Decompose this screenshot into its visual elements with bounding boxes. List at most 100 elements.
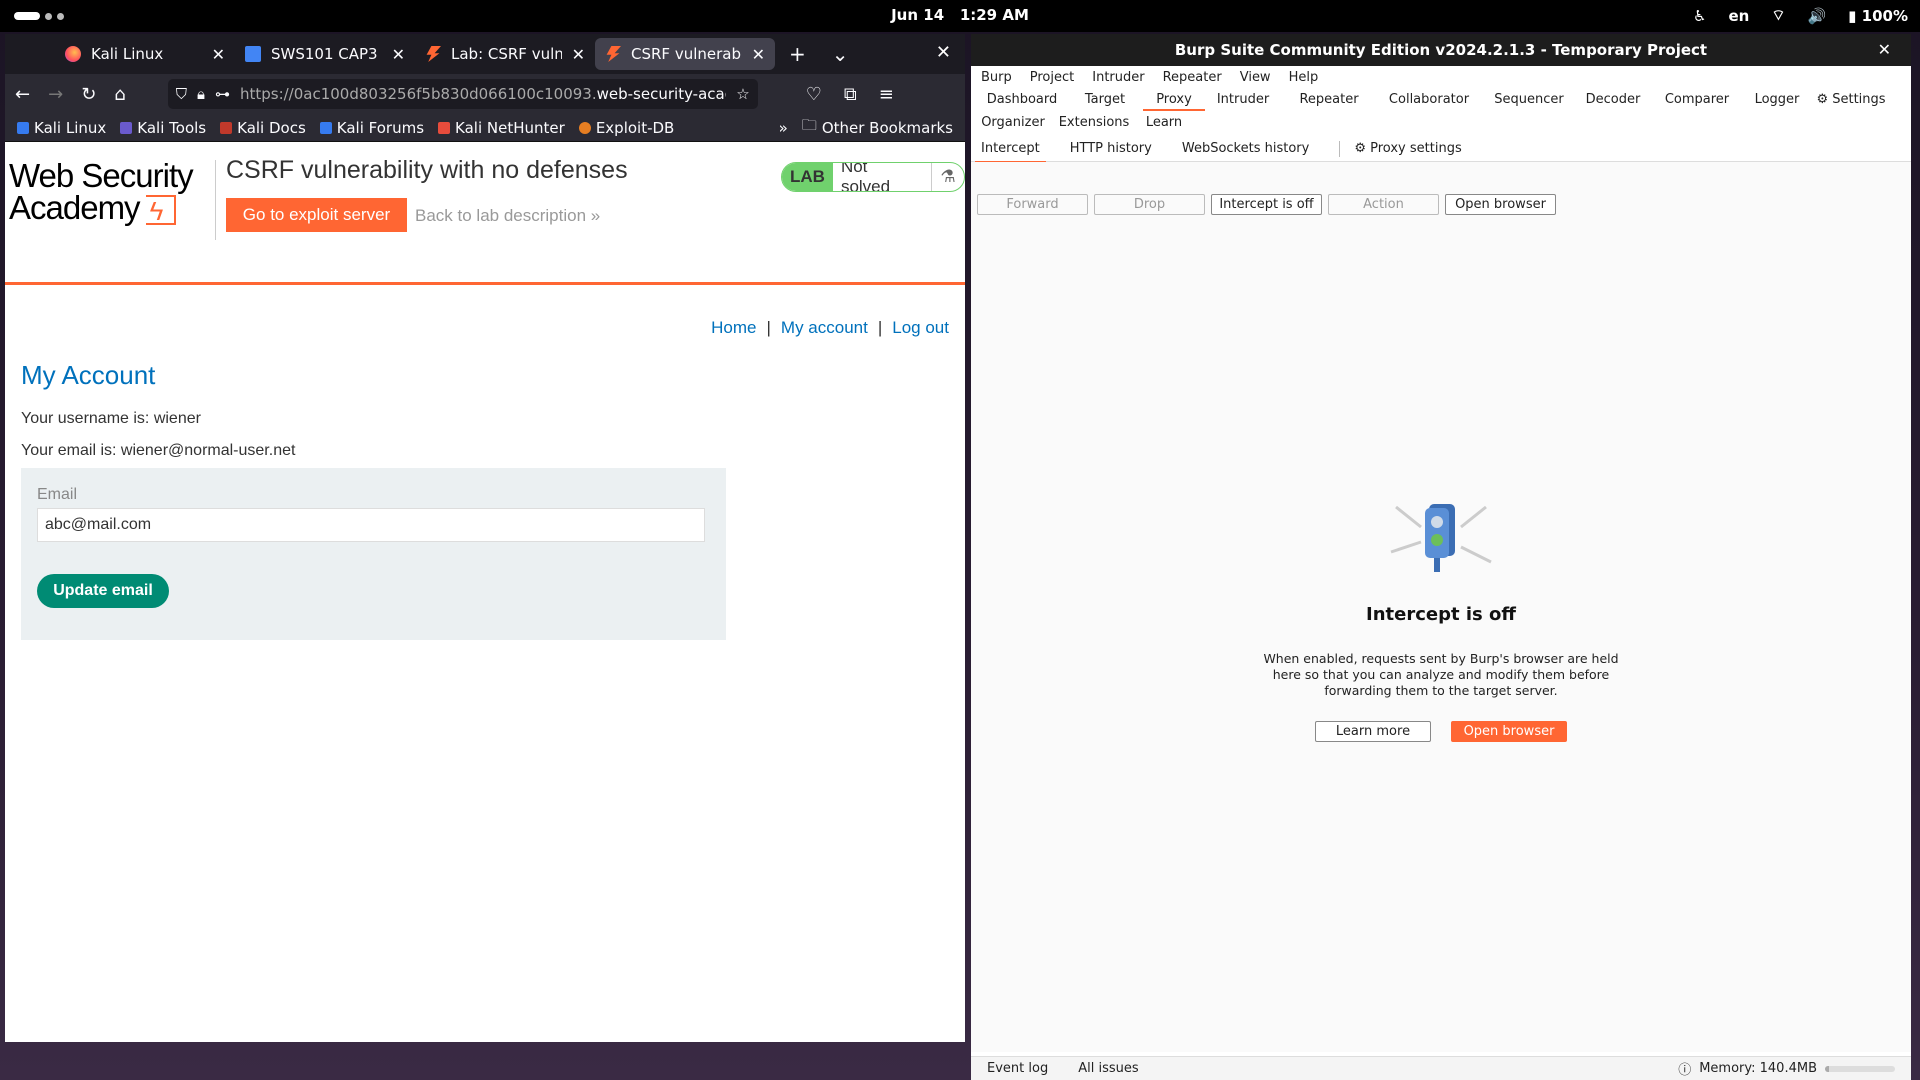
tab-extensions[interactable]: Extensions bbox=[1049, 111, 1139, 134]
new-tab-icon[interactable]: + bbox=[789, 42, 806, 66]
exploit-server-button[interactable]: Go to exploit server bbox=[226, 198, 407, 232]
nav-separator: | bbox=[766, 318, 771, 337]
other-bookmarks[interactable]: 🗀 Other Bookmarks bbox=[802, 115, 953, 140]
menu-project[interactable]: Project bbox=[1030, 70, 1074, 85]
chevron-right-icon: » bbox=[590, 206, 601, 225]
email-field[interactable]: abc@mail.com bbox=[37, 508, 705, 542]
browser-tab[interactable]: Kali Linux ✕ bbox=[55, 34, 235, 74]
pocket-icon[interactable]: ♡ bbox=[806, 84, 822, 105]
action-button[interactable]: Action bbox=[1328, 194, 1439, 215]
tab-proxy[interactable]: Proxy bbox=[1143, 88, 1205, 111]
menu-icon[interactable]: ≡ bbox=[879, 84, 894, 105]
all-issues-button[interactable]: All issues bbox=[1078, 1061, 1138, 1076]
web-security-academy-logo[interactable]: Web Security Academy bbox=[9, 157, 194, 227]
menu-view[interactable]: View bbox=[1240, 70, 1271, 85]
gear-icon: ⚙ bbox=[1354, 141, 1366, 156]
clock[interactable]: Jun 14 1:29 AM bbox=[0, 6, 1920, 24]
browser-tab-active[interactable]: CSRF vulnerability ✕ bbox=[595, 38, 775, 70]
tab-learn[interactable]: Learn bbox=[1139, 111, 1189, 134]
language-indicator[interactable]: en bbox=[1729, 7, 1750, 25]
home-link[interactable]: Home bbox=[711, 318, 756, 337]
subtab-http-history[interactable]: HTTP history bbox=[1070, 136, 1152, 162]
subtab-intercept[interactable]: Intercept bbox=[975, 136, 1046, 163]
home-icon[interactable]: ⌂ bbox=[114, 84, 125, 105]
tab-comparer[interactable]: Comparer bbox=[1649, 88, 1745, 111]
logo-line-1: Web Security bbox=[9, 157, 194, 194]
address-bar[interactable]: ⛉ 🔒︎ ⊶ https://0ac100d803256f5b830d06610… bbox=[167, 79, 758, 109]
menu-help[interactable]: Help bbox=[1289, 70, 1319, 85]
open-browser-cta[interactable]: Open browser bbox=[1451, 721, 1567, 742]
logo-line-2: Academy bbox=[9, 189, 141, 226]
close-window-icon[interactable]: ✕ bbox=[936, 42, 951, 63]
close-window-icon[interactable]: ✕ bbox=[1878, 40, 1891, 59]
proxy-settings-label: Proxy settings bbox=[1370, 141, 1462, 156]
update-email-button[interactable]: Update email bbox=[37, 574, 169, 608]
learn-more-button[interactable]: Learn more bbox=[1315, 721, 1431, 742]
permissions-icon[interactable]: ⊶ bbox=[215, 85, 230, 103]
traffic-light-icon bbox=[1390, 504, 1492, 572]
proxy-settings-button[interactable]: ⚙ Proxy settings bbox=[1354, 136, 1461, 162]
url-text[interactable]: https://0ac100d803256f5b830d066100c10093… bbox=[240, 85, 726, 103]
intercept-toggle[interactable]: Intercept is off bbox=[1211, 194, 1322, 215]
subtab-websockets-history[interactable]: WebSockets history bbox=[1182, 136, 1309, 162]
list-tabs-icon[interactable]: ⌄ bbox=[832, 42, 849, 66]
my-account-link[interactable]: My account bbox=[781, 318, 868, 337]
tab-organizer[interactable]: Organizer bbox=[977, 111, 1049, 134]
tab-settings[interactable]: ⚙ Settings bbox=[1809, 88, 1893, 111]
tab-target[interactable]: Target bbox=[1067, 88, 1143, 111]
system-tray[interactable]: ♿ en ⌔ 🔊 ▮ 100% bbox=[1693, 6, 1908, 25]
lab-status-widget: LAB Not solved ⚗ bbox=[781, 162, 965, 192]
back-to-lab-link[interactable]: Back to lab description » bbox=[415, 206, 600, 226]
change-email-form: Email abc@mail.com Update email bbox=[21, 468, 726, 640]
logout-link[interactable]: Log out bbox=[892, 318, 949, 337]
browser-tab[interactable]: Lab: CSRF vulnerab ✕ bbox=[415, 34, 595, 74]
tab-logger[interactable]: Logger bbox=[1745, 88, 1809, 111]
exploit-db-icon bbox=[578, 121, 591, 134]
open-browser-button[interactable]: Open browser bbox=[1445, 194, 1556, 215]
bookmark-item[interactable]: Kali Docs bbox=[220, 119, 306, 137]
tab-sequencer[interactable]: Sequencer bbox=[1481, 88, 1577, 111]
tab-decoder[interactable]: Decoder bbox=[1577, 88, 1649, 111]
email-label: Email bbox=[37, 486, 78, 503]
tab-repeater[interactable]: Repeater bbox=[1281, 88, 1377, 111]
bookmark-item[interactable]: Exploit-DB bbox=[578, 119, 674, 137]
clock-date: Jun 14 bbox=[891, 6, 945, 24]
bookmark-item[interactable]: Kali Forums bbox=[319, 119, 424, 137]
battery-indicator[interactable]: ▮ 100% bbox=[1848, 7, 1908, 25]
kali-tools-icon bbox=[120, 121, 133, 134]
event-log-button[interactable]: Event log bbox=[987, 1061, 1048, 1076]
forward-button[interactable]: Forward bbox=[977, 194, 1088, 215]
tab-collaborator[interactable]: Collaborator bbox=[1377, 88, 1481, 111]
window-title: Burp Suite Community Edition v2024.2.1.3… bbox=[1174, 41, 1708, 59]
menu-intruder[interactable]: Intruder bbox=[1092, 70, 1144, 85]
menu-burp[interactable]: Burp bbox=[981, 70, 1012, 85]
bookmark-star-icon[interactable]: ☆ bbox=[736, 85, 749, 103]
header-rule bbox=[5, 282, 965, 285]
bookmark-label: Kali Tools bbox=[137, 118, 207, 137]
lock-icon[interactable]: 🔒︎ bbox=[197, 85, 205, 103]
browser-tab[interactable]: SWS101 CAP3 - Go ✕ bbox=[235, 34, 415, 74]
extensions-icon[interactable]: ⧉ bbox=[844, 84, 857, 105]
drop-button[interactable]: Drop bbox=[1094, 194, 1205, 215]
wifi-icon[interactable]: ⌔ bbox=[1771, 6, 1785, 25]
close-tab-icon[interactable]: ✕ bbox=[212, 45, 225, 64]
activities-indicator[interactable] bbox=[14, 12, 64, 20]
volume-icon[interactable]: 🔊 bbox=[1807, 7, 1826, 25]
menu-repeater[interactable]: Repeater bbox=[1163, 70, 1222, 85]
more-bookmarks-icon[interactable]: » bbox=[779, 119, 788, 137]
bookmark-item[interactable]: Kali NetHunter bbox=[438, 119, 565, 137]
accessibility-icon[interactable]: ♿ bbox=[1693, 7, 1706, 25]
shield-icon[interactable]: ⛉ bbox=[176, 85, 187, 103]
tab-intruder[interactable]: Intruder bbox=[1205, 88, 1281, 111]
portswigger-icon bbox=[426, 46, 441, 62]
back-icon[interactable]: ← bbox=[15, 84, 30, 105]
forward-icon[interactable]: → bbox=[48, 84, 63, 105]
close-tab-icon[interactable]: ✕ bbox=[572, 45, 585, 64]
tab-dashboard[interactable]: Dashboard bbox=[977, 88, 1067, 111]
bookmark-item[interactable]: Kali Tools bbox=[120, 119, 206, 137]
lab-badge: LAB bbox=[782, 163, 833, 191]
close-tab-icon[interactable]: ✕ bbox=[752, 45, 765, 64]
close-tab-icon[interactable]: ✕ bbox=[392, 45, 405, 64]
reload-icon[interactable]: ↻ bbox=[81, 84, 96, 105]
bookmark-item[interactable]: Kali Linux bbox=[17, 119, 106, 137]
